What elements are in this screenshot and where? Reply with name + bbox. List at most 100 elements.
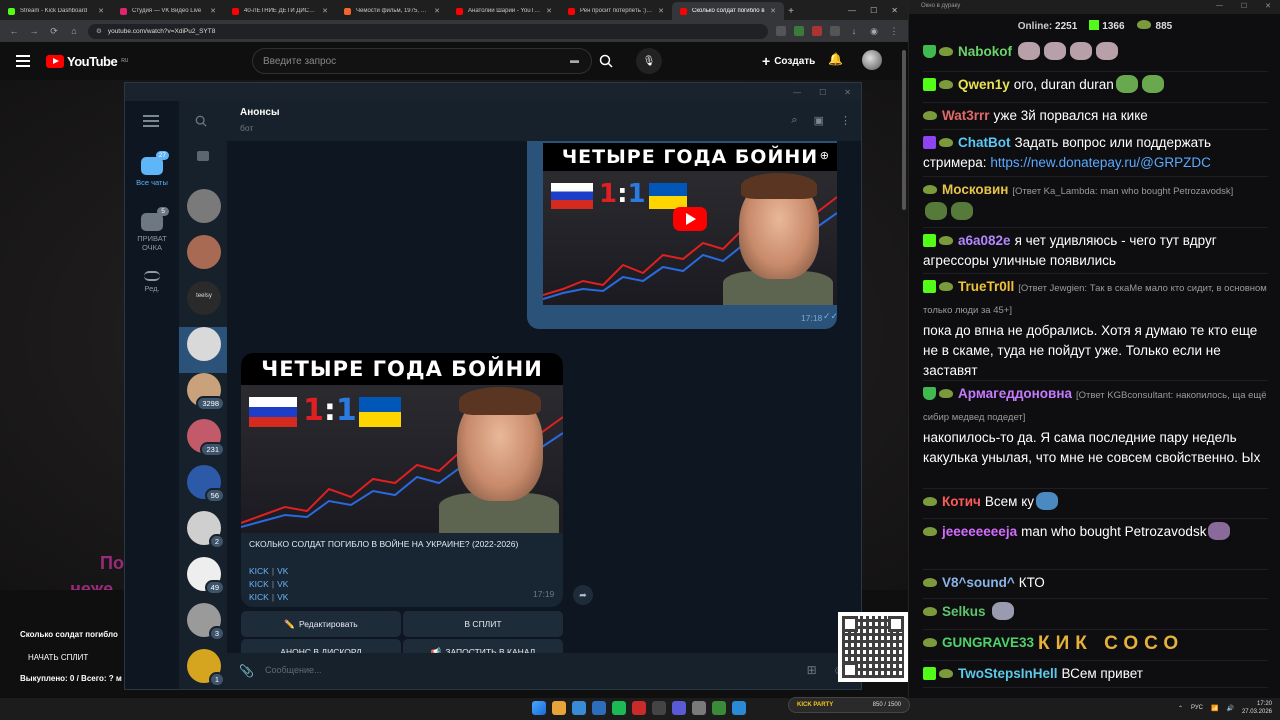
chat-message[interactable]: ChatBot Задать вопрос или поддержать стри… (923, 133, 1268, 173)
chat-username[interactable]: a6a082e (958, 233, 1011, 248)
chat-username[interactable]: Nabokof (958, 44, 1012, 59)
browser-tab[interactable]: Анатолий Шарий - YouTube ✕ (448, 2, 560, 20)
chat-avatar[interactable] (187, 235, 221, 269)
forward-icon[interactable]: → (28, 26, 40, 36)
keyboard-icon[interactable]: ▬ (570, 55, 579, 65)
chat-username[interactable]: TrueTr0ll (958, 279, 1014, 294)
minimize-button[interactable]: — (793, 88, 801, 97)
chat-avatar[interactable]: 1 (187, 649, 225, 687)
attach-icon[interactable]: 📎 (239, 664, 254, 678)
network-icon[interactable]: 📶 (1211, 705, 1218, 712)
video-thumbnail[interactable]: ЧЕТЫРЕ ГОДА БОЙНИ 1:1 ⊕ (543, 143, 837, 305)
chat-username[interactable]: Котич (942, 494, 981, 509)
chat-message[interactable]: Армагеддоновна [Ответ KGBconsultant: нако… (923, 384, 1268, 468)
new-tab-icon[interactable]: + (784, 2, 798, 20)
chat-avatar[interactable]: 3298 (187, 373, 225, 411)
reload-icon[interactable]: ⟳ (48, 26, 60, 37)
kick-link[interactable]: KICK (249, 579, 269, 589)
browser-tab[interactable]: Рен просит потерпеть :) - Y ✕ (560, 2, 672, 20)
chat-message[interactable]: Московин [Ответ Ka_Lambda: man who bought… (923, 180, 1268, 222)
chat-avatar[interactable]: 3 (187, 603, 225, 641)
chat-message[interactable]: Котич Всем ку (923, 492, 1268, 512)
search-input[interactable]: Введите запрос ▬ (252, 48, 592, 74)
chat-message[interactable]: jeeeeeeeeja man who bought Petrozavodsk (923, 522, 1268, 542)
app-icon[interactable] (692, 701, 706, 715)
chat-username[interactable]: GUNGRAVE33 (942, 635, 1034, 650)
download-icon[interactable]: ↓ (848, 26, 860, 36)
chat-avatar[interactable]: 2 (187, 511, 225, 549)
sidebar-toggle-icon[interactable]: ▣ (814, 114, 824, 127)
browser-tab[interactable]: Stream - Kick Dashboard ✕ (0, 2, 112, 20)
edit-button[interactable]: ✏️ Редактировать (241, 611, 401, 637)
browser-tab[interactable]: Сколько солдат погибло в ✕ (672, 2, 784, 20)
tab-close-icon[interactable]: ✕ (98, 7, 104, 15)
chat-avatar[interactable]: 49 (187, 557, 225, 595)
video-thumbnail[interactable]: ЧЕТЫРЕ ГОДА БОЙНИ 1:1 (241, 353, 563, 533)
chat-message[interactable]: Selkus (923, 602, 1268, 622)
kick-link[interactable]: KICK (249, 566, 269, 576)
tray-chevron-icon[interactable]: ⌃ (1178, 705, 1183, 712)
app-icon[interactable] (712, 701, 726, 715)
chat-username[interactable]: ChatBot (958, 135, 1011, 150)
page-scrollbar[interactable] (902, 50, 906, 210)
app-icon[interactable] (652, 701, 666, 715)
chat-avatar[interactable] (187, 327, 221, 361)
chat-message[interactable]: TrueTr0ll [Ответ Jewgien: Так в скаМе мал… (923, 277, 1268, 381)
split-button[interactable]: В СПЛИТ (403, 611, 563, 637)
chat-username[interactable]: Московин (942, 182, 1008, 197)
explorer-icon[interactable] (572, 701, 586, 715)
home-icon[interactable]: ⌂ (68, 26, 80, 36)
site-info-icon[interactable]: ⚙ (96, 27, 102, 35)
language-indicator[interactable]: РУС (1191, 705, 1203, 711)
extensions-puzzle-icon[interactable] (830, 26, 840, 36)
notifications-bell-icon[interactable]: 🔔 (828, 52, 843, 66)
tab-close-icon[interactable]: ✕ (658, 7, 664, 15)
chat-message[interactable]: Qwen1y ого, duran duran (923, 75, 1268, 95)
create-button[interactable]: + Создать (752, 50, 825, 72)
url-field[interactable]: ⚙ youtube.com/watch?v=XdiPu2_SYT8 (88, 23, 768, 39)
extension-icon[interactable] (776, 26, 786, 36)
search-button[interactable] (592, 48, 620, 74)
vk-link[interactable]: VK (277, 566, 288, 576)
maximize-button[interactable]: ☐ (870, 6, 877, 15)
extension-icon[interactable] (812, 26, 822, 36)
chat-avatar[interactable]: teelsy (187, 281, 221, 315)
telegram-menu-icon[interactable] (143, 115, 159, 127)
bot-commands-icon[interactable]: ⊞ (807, 663, 817, 677)
start-split-button[interactable]: НАЧАТЬ СПЛИТ (20, 650, 96, 665)
chat-username[interactable]: V8^sound^ (942, 575, 1015, 590)
telegram-icon[interactable] (732, 701, 746, 715)
chat-message[interactable]: TwoStepsInHell ВСем привет (923, 664, 1268, 684)
folder-tab[interactable]: 5 ПРИВАТ ОЧКА (125, 207, 179, 252)
clock[interactable]: 17:20 27.03.2026 (1242, 700, 1272, 716)
hamburger-menu-icon[interactable] (16, 55, 30, 67)
folder-tab[interactable]: Ред. (125, 271, 179, 293)
tab-close-icon[interactable]: ✕ (322, 7, 328, 15)
menu-kebab-icon[interactable]: ⋮ (888, 26, 900, 37)
zoom-icon[interactable]: ⊕ (820, 149, 829, 162)
account-avatar[interactable] (862, 50, 882, 70)
chat-message[interactable]: a6a082e я чет удивляюсь - чего тут вдруг … (923, 231, 1268, 271)
tab-close-icon[interactable]: ✕ (210, 7, 216, 15)
chat-message[interactable]: Nabokof (923, 42, 1268, 62)
close-button[interactable]: ✕ (891, 6, 898, 15)
donate-link[interactable]: https://new.donatepay.ru/@GRPZDC (990, 155, 1211, 170)
incoming-message[interactable]: ЧЕТЫРЕ ГОДА БОЙНИ 1:1 СКОЛЬКО СОЛДАТ ПОГ… (241, 353, 563, 607)
outgoing-message[interactable]: ЧЕТЫРЕ ГОДА БОЙНИ 1:1 ⊕ 17:18 ✓✓ (527, 141, 838, 329)
maximize-button[interactable]: ☐ (1241, 2, 1247, 10)
tab-close-icon[interactable]: ✕ (546, 7, 552, 15)
chat-username[interactable]: jeeeeeeeeja (942, 524, 1017, 539)
chrome-icon[interactable] (552, 701, 566, 715)
youtube-logo[interactable]: YouTube RU (46, 54, 128, 69)
chat-message[interactable]: V8^sound^ КТО (923, 573, 1268, 593)
spotify-icon[interactable] (612, 701, 626, 715)
chat-username[interactable]: Qwen1y (958, 77, 1010, 92)
chat-search-icon[interactable]: ⌕ (791, 114, 797, 127)
kick-link[interactable]: KICK (249, 592, 269, 602)
start-icon[interactable] (532, 701, 546, 715)
volume-icon[interactable]: 🔊 (1226, 705, 1233, 712)
obs-icon[interactable] (632, 701, 646, 715)
tab-close-icon[interactable]: ✕ (770, 7, 776, 15)
search-icon[interactable] (195, 115, 207, 130)
chat-username[interactable]: Wat3rrr (942, 108, 990, 123)
